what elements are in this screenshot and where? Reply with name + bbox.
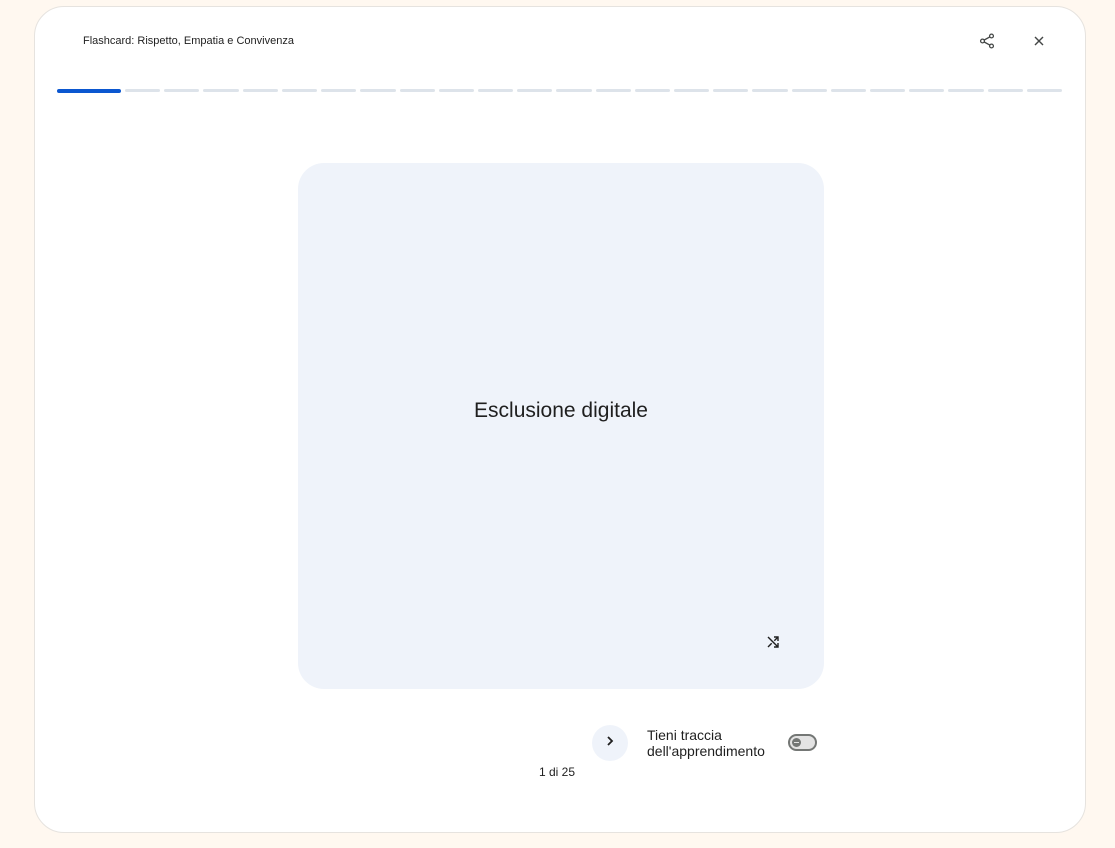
dialog-title: Flashcard: Rispetto, Empatia e Convivenz… bbox=[83, 35, 294, 47]
flashcard-dialog: Flashcard: Rispetto, Empatia e Convivenz… bbox=[34, 6, 1086, 833]
toggle-knob bbox=[792, 738, 801, 747]
progress-segment bbox=[713, 89, 749, 92]
card-progress-bar bbox=[57, 89, 1062, 93]
progress-segment bbox=[438, 89, 474, 92]
progress-segment bbox=[909, 89, 945, 92]
close-button[interactable] bbox=[1024, 26, 1054, 56]
progress-segment-current bbox=[57, 89, 122, 93]
progress-segment bbox=[869, 89, 906, 92]
progress-segment bbox=[477, 89, 514, 92]
track-learning-label-line1: Tieni traccia bbox=[647, 727, 722, 743]
progress-segment bbox=[791, 89, 827, 92]
progress-segment bbox=[203, 89, 239, 92]
progress-segment bbox=[987, 89, 1023, 92]
shuffle-button[interactable] bbox=[758, 629, 788, 659]
track-learning-label-line2: dell'apprendimento bbox=[647, 743, 765, 759]
progress-segment bbox=[517, 89, 553, 92]
progress-segment bbox=[242, 89, 278, 92]
progress-segment bbox=[321, 89, 357, 92]
share-icon bbox=[979, 33, 995, 49]
progress-segment bbox=[595, 89, 631, 92]
progress-segment bbox=[164, 89, 200, 92]
progress-segment bbox=[125, 89, 161, 92]
chevron-right-icon bbox=[605, 734, 615, 752]
shuffle-icon bbox=[766, 635, 780, 654]
progress-segment bbox=[281, 89, 318, 92]
flashcard[interactable]: Esclusione digitale bbox=[298, 163, 824, 689]
progress-segment bbox=[830, 89, 866, 92]
progress-segment bbox=[360, 89, 396, 92]
share-button[interactable] bbox=[972, 26, 1002, 56]
progress-segment bbox=[634, 89, 670, 92]
progress-segment bbox=[1026, 89, 1062, 92]
progress-segment bbox=[948, 89, 984, 92]
progress-segment bbox=[752, 89, 788, 92]
progress-segment bbox=[399, 89, 435, 92]
progress-segment bbox=[556, 89, 592, 92]
track-learning-label: Tieni traccia dell'apprendimento bbox=[647, 727, 787, 759]
progress-segment bbox=[673, 89, 710, 92]
close-icon bbox=[1033, 35, 1045, 47]
card-counter: 1 di 25 bbox=[539, 765, 576, 779]
track-learning-toggle[interactable] bbox=[788, 734, 817, 751]
flashcard-term: Esclusione digitale bbox=[474, 399, 648, 422]
next-card-button[interactable] bbox=[592, 725, 628, 761]
